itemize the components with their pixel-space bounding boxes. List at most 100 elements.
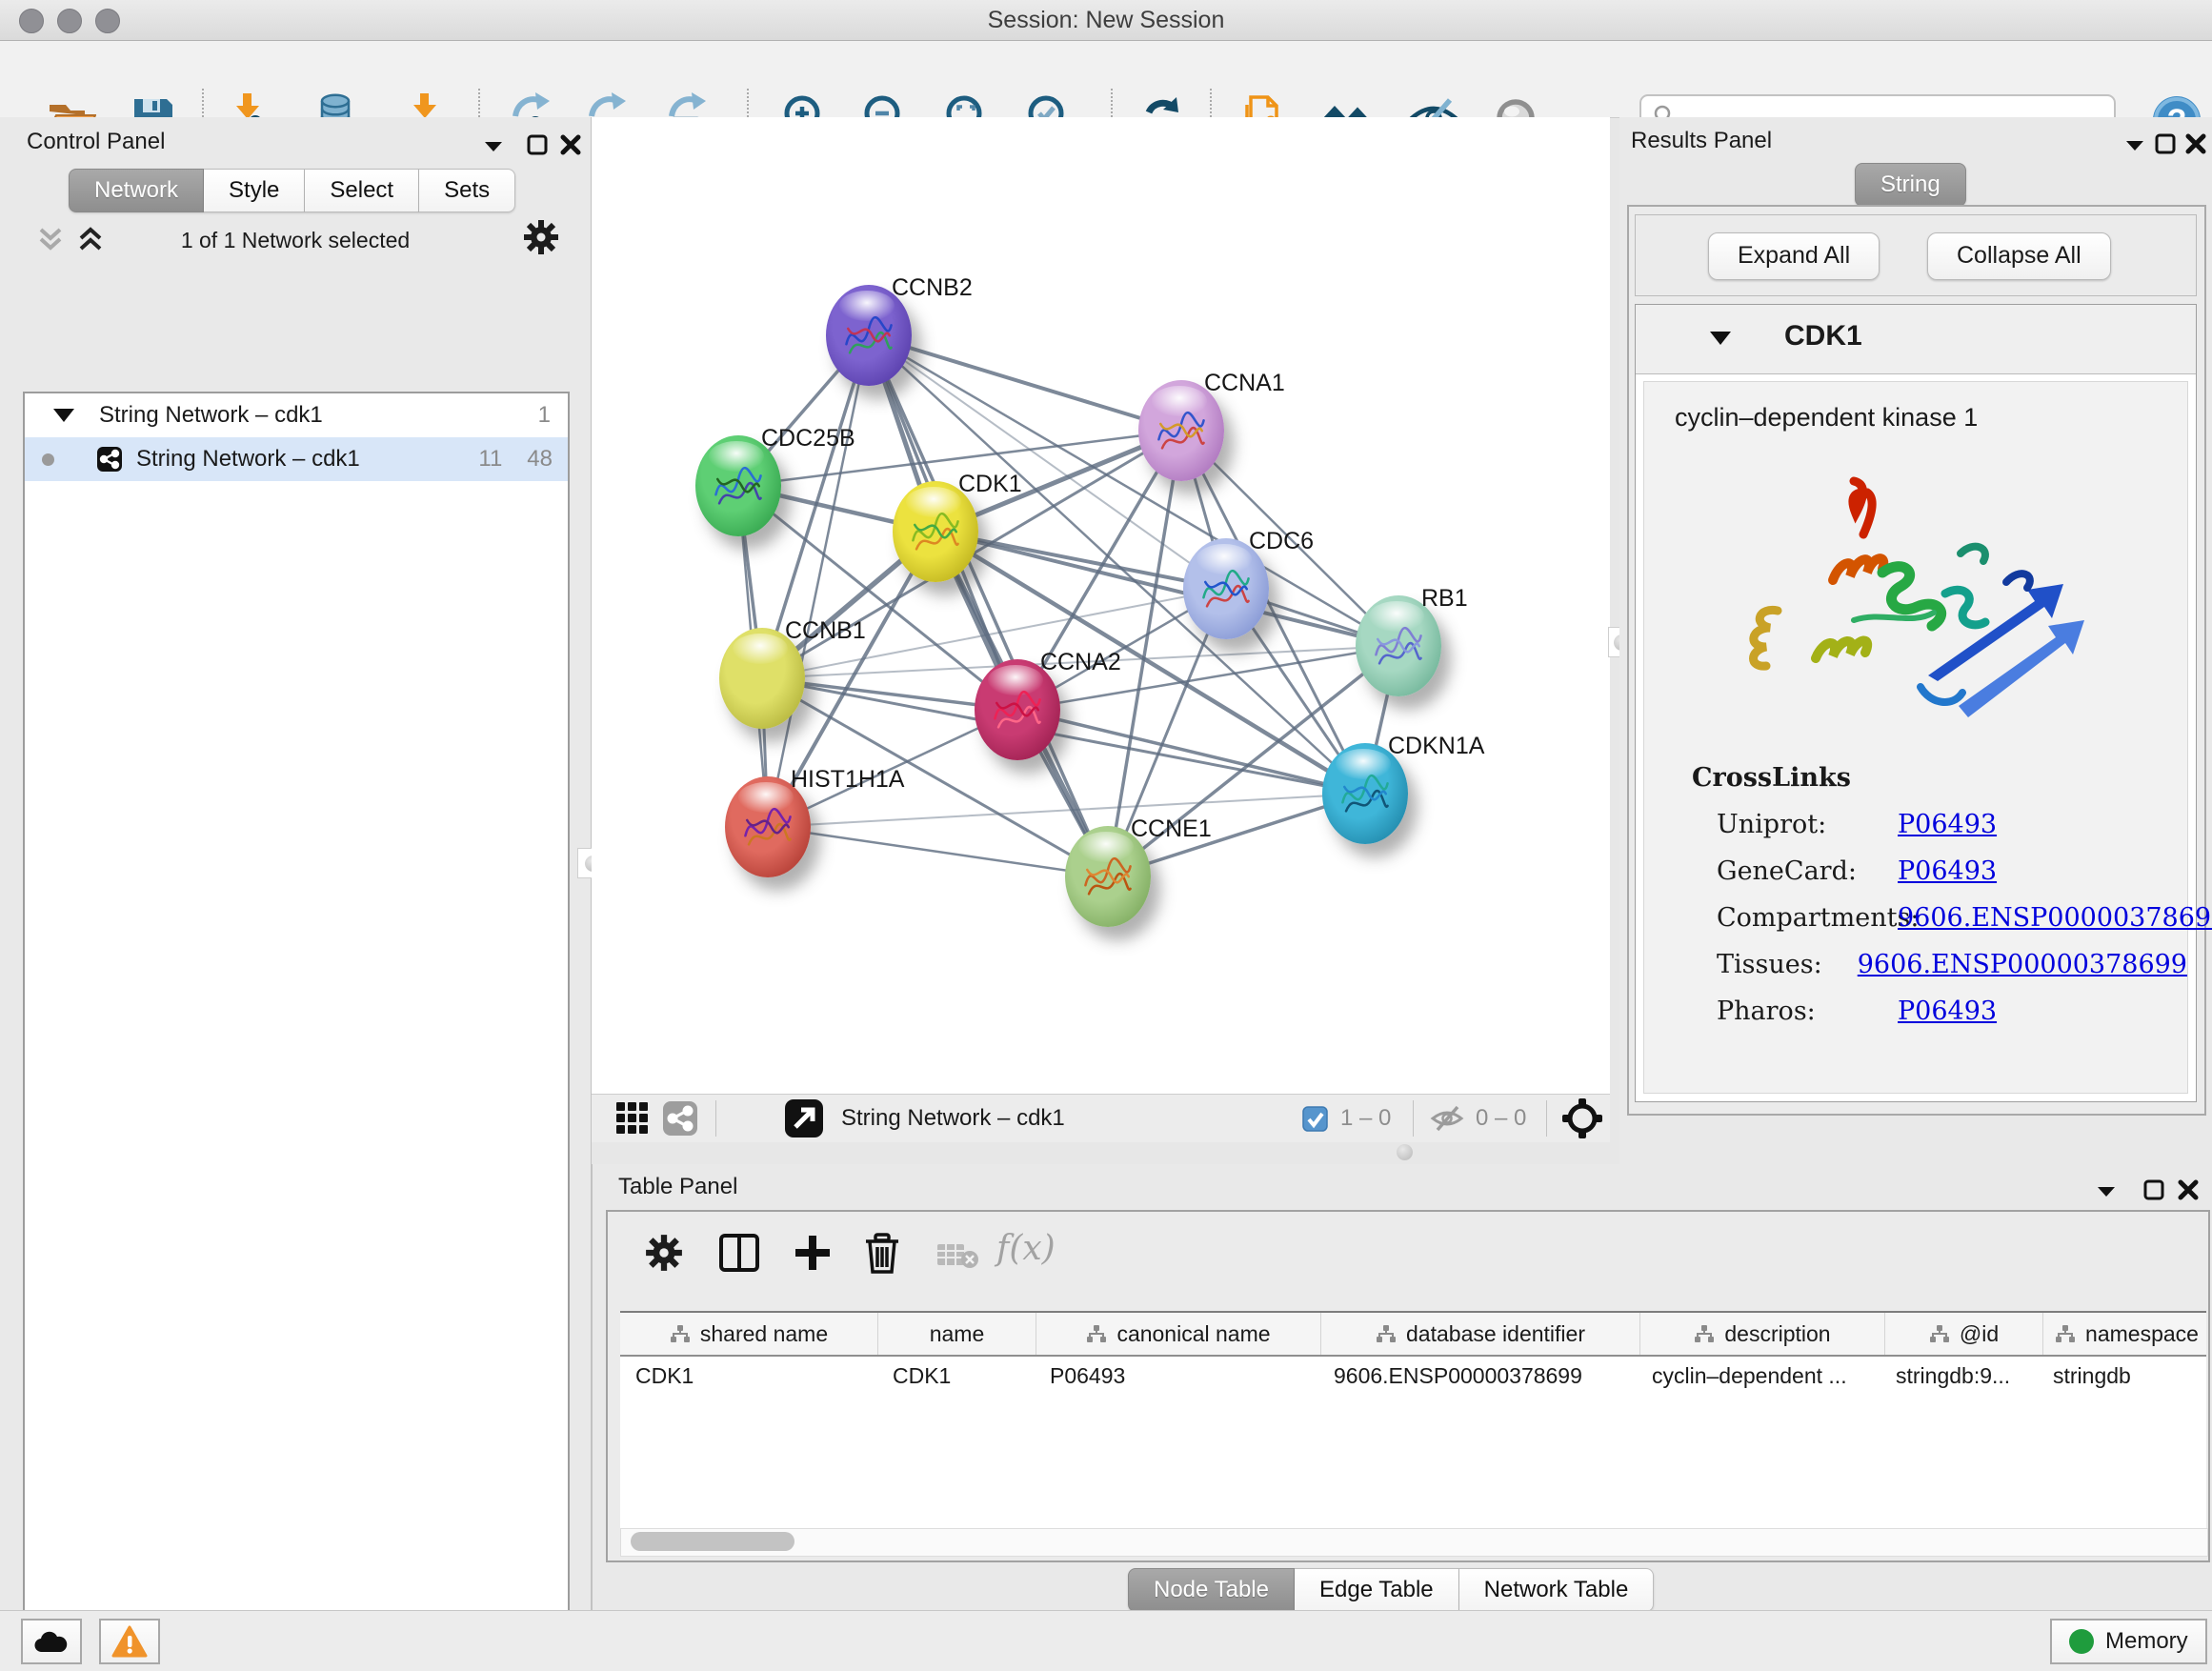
string-results-box: Expand All Collapse All CDK1 cyclin–depe… [1627, 205, 2206, 1116]
network-canvas[interactable]: CCNB2CCNA1CDC25BCDK1CDC6RB1CCNB1CCNA2CDK… [600, 118, 1608, 1094]
table-cell[interactable]: CDK1 [877, 1357, 1035, 1395]
selected-counts: 1 – 0 [1340, 1095, 1391, 1142]
node-label-CDC6: CDC6 [1249, 528, 1314, 555]
crosslink-link[interactable]: 9606.ENSP00000378699 [1858, 950, 2187, 979]
table-cell[interactable]: stringdb [2038, 1357, 2204, 1395]
collapse-all-button[interactable]: Collapse All [1927, 232, 2111, 280]
panel-menu-icon[interactable] [481, 134, 506, 159]
tab-node-table[interactable]: Node Table [1128, 1568, 1295, 1612]
crosshair-icon[interactable] [1561, 1097, 1603, 1139]
tree-expand-icon[interactable] [53, 409, 74, 422]
tab-network-table[interactable]: Network Table [1459, 1568, 1655, 1612]
string-view-icon[interactable] [662, 1100, 698, 1137]
close-panel-icon[interactable] [2176, 1178, 2201, 1202]
crosslink-label: GeneCard: [1717, 856, 1898, 886]
table-gear-icon[interactable] [644, 1233, 684, 1273]
table-cell[interactable]: CDK1 [620, 1357, 877, 1395]
float-panel-icon[interactable] [2153, 131, 2178, 156]
table-hscrollbar-thumb[interactable] [631, 1532, 794, 1551]
cloud-button[interactable] [21, 1619, 82, 1664]
table-cell[interactable]: P06493 [1035, 1357, 1318, 1395]
node-count: 11 [478, 446, 502, 473]
edge-count: 48 [527, 446, 553, 473]
column-header-database-identifier[interactable]: database identifier [1321, 1313, 1640, 1355]
protein-thumbnail-icon [908, 506, 963, 561]
column-header-shared-name[interactable]: shared name [620, 1313, 878, 1355]
network-label: String Network – cdk1 [136, 446, 360, 473]
network-tree: String Network – cdk1 1 String Network –… [23, 392, 570, 1671]
column-header-canonical-name[interactable]: canonical name [1036, 1313, 1321, 1355]
node-label-HIST1H1A: HIST1H1A [791, 766, 904, 794]
collection-label: String Network – cdk1 [99, 402, 323, 429]
crosslink-row: Pharos:P06493 [1717, 997, 2187, 1026]
collapse-section-icon[interactable] [1710, 332, 1731, 345]
protein-thumbnail-icon [990, 684, 1045, 739]
gear-icon[interactable] [522, 218, 560, 256]
table-cell[interactable]: 9606.ENSP00000378699 [1318, 1357, 1637, 1395]
crosslink-link[interactable]: P06493 [1898, 810, 1997, 839]
crosslink-link[interactable]: 9606.ENSP00000378699 [1898, 903, 2212, 933]
results-panel-tabs: String [1855, 163, 1966, 207]
table-hscrollbar[interactable] [620, 1528, 2208, 1557]
add-column-icon[interactable] [793, 1233, 833, 1273]
node-label-CCNB2: CCNB2 [892, 274, 973, 302]
external-view-icon[interactable] [784, 1098, 824, 1138]
cytoscape-window: Session: New Session [0, 0, 2212, 1671]
node-label-CDK1: CDK1 [958, 471, 1022, 498]
table-header-row: shared name name canonical name database id… [620, 1313, 2206, 1357]
tab-style[interactable]: Style [204, 169, 305, 212]
close-panel-icon[interactable] [558, 132, 583, 157]
selected-checkbox-icon[interactable] [1302, 1106, 1328, 1132]
crosslink-row: GeneCard:P06493 [1717, 856, 2187, 886]
table-row[interactable]: CDK1CDK1P064939606.ENSP00000378699cyclin… [620, 1357, 2206, 1395]
column-header-label: canonical name [1116, 1321, 1270, 1347]
tab-network[interactable]: Network [69, 169, 204, 212]
column-header-label: @id [1960, 1321, 1999, 1347]
network-view-toolbar: String Network – cdk1 1 – 0 0 – 0 [592, 1094, 1610, 1142]
panel-menu-icon[interactable] [2122, 133, 2147, 158]
viewbar-separator [1546, 1100, 1547, 1137]
column-header-description[interactable]: description [1640, 1313, 1885, 1355]
close-panel-icon[interactable] [2183, 131, 2208, 156]
node-highlight [733, 634, 788, 664]
network-view: CCNB2CCNA1CDC25BCDK1CDC6RB1CCNB1CCNA2CDK… [592, 117, 1610, 1141]
tab-string[interactable]: String [1855, 163, 1966, 207]
network-column-icon [670, 1324, 691, 1343]
protein-thumbnail-icon [1337, 768, 1393, 823]
protein-thumbnail-icon [841, 310, 896, 365]
node-table: shared name name canonical name database id… [620, 1311, 2206, 1528]
table-cell[interactable]: stringdb:9... [1880, 1357, 2038, 1395]
table-cell[interactable]: cyclin–dependent ... [1637, 1357, 1880, 1395]
tab-edge-table[interactable]: Edge Table [1295, 1568, 1459, 1612]
protein-thumbnail-icon [1080, 851, 1136, 906]
network-collection-row[interactable]: String Network – cdk1 1 [25, 393, 568, 437]
column-header-@id[interactable]: @id [1885, 1313, 2043, 1355]
expand-all-button[interactable]: Expand All [1708, 232, 1880, 280]
table-tabs: Node TableEdge TableNetwork Table [1128, 1568, 1654, 1612]
network-status-dot [42, 453, 54, 466]
hidden-eye-icon [1430, 1103, 1464, 1134]
column-header-label: database identifier [1406, 1321, 1585, 1347]
column-header-name[interactable]: name [878, 1313, 1036, 1355]
bottom-splitter-handle[interactable] [1397, 1144, 1413, 1160]
control-panel-tabs: NetworkStyleSelectSets [69, 169, 515, 212]
tab-sets[interactable]: Sets [419, 169, 515, 212]
birds-eye-view-icon[interactable] [614, 1100, 651, 1137]
network-row[interactable]: String Network – cdk1 11 48 [25, 437, 568, 481]
float-panel-icon[interactable] [525, 132, 550, 157]
column-header-namespace[interactable]: namespace [2043, 1313, 2206, 1355]
tab-select[interactable]: Select [305, 169, 419, 212]
results-panel-title: Results Panel [1631, 128, 1772, 154]
memory-button[interactable]: Memory [2050, 1619, 2207, 1664]
show-columns-icon[interactable] [718, 1233, 760, 1273]
protein-section-header[interactable]: CDK1 [1636, 305, 2196, 374]
crosslink-link[interactable]: P06493 [1898, 997, 1997, 1026]
column-header-label: shared name [700, 1321, 828, 1347]
delete-column-icon[interactable] [863, 1233, 901, 1275]
float-panel-icon[interactable] [2142, 1178, 2166, 1202]
node-label-RB1: RB1 [1421, 585, 1468, 613]
title-bar: Session: New Session [0, 0, 2212, 41]
panel-menu-icon[interactable] [2094, 1179, 2119, 1204]
warnings-button[interactable] [99, 1619, 160, 1664]
crosslink-link[interactable]: P06493 [1898, 856, 1997, 886]
